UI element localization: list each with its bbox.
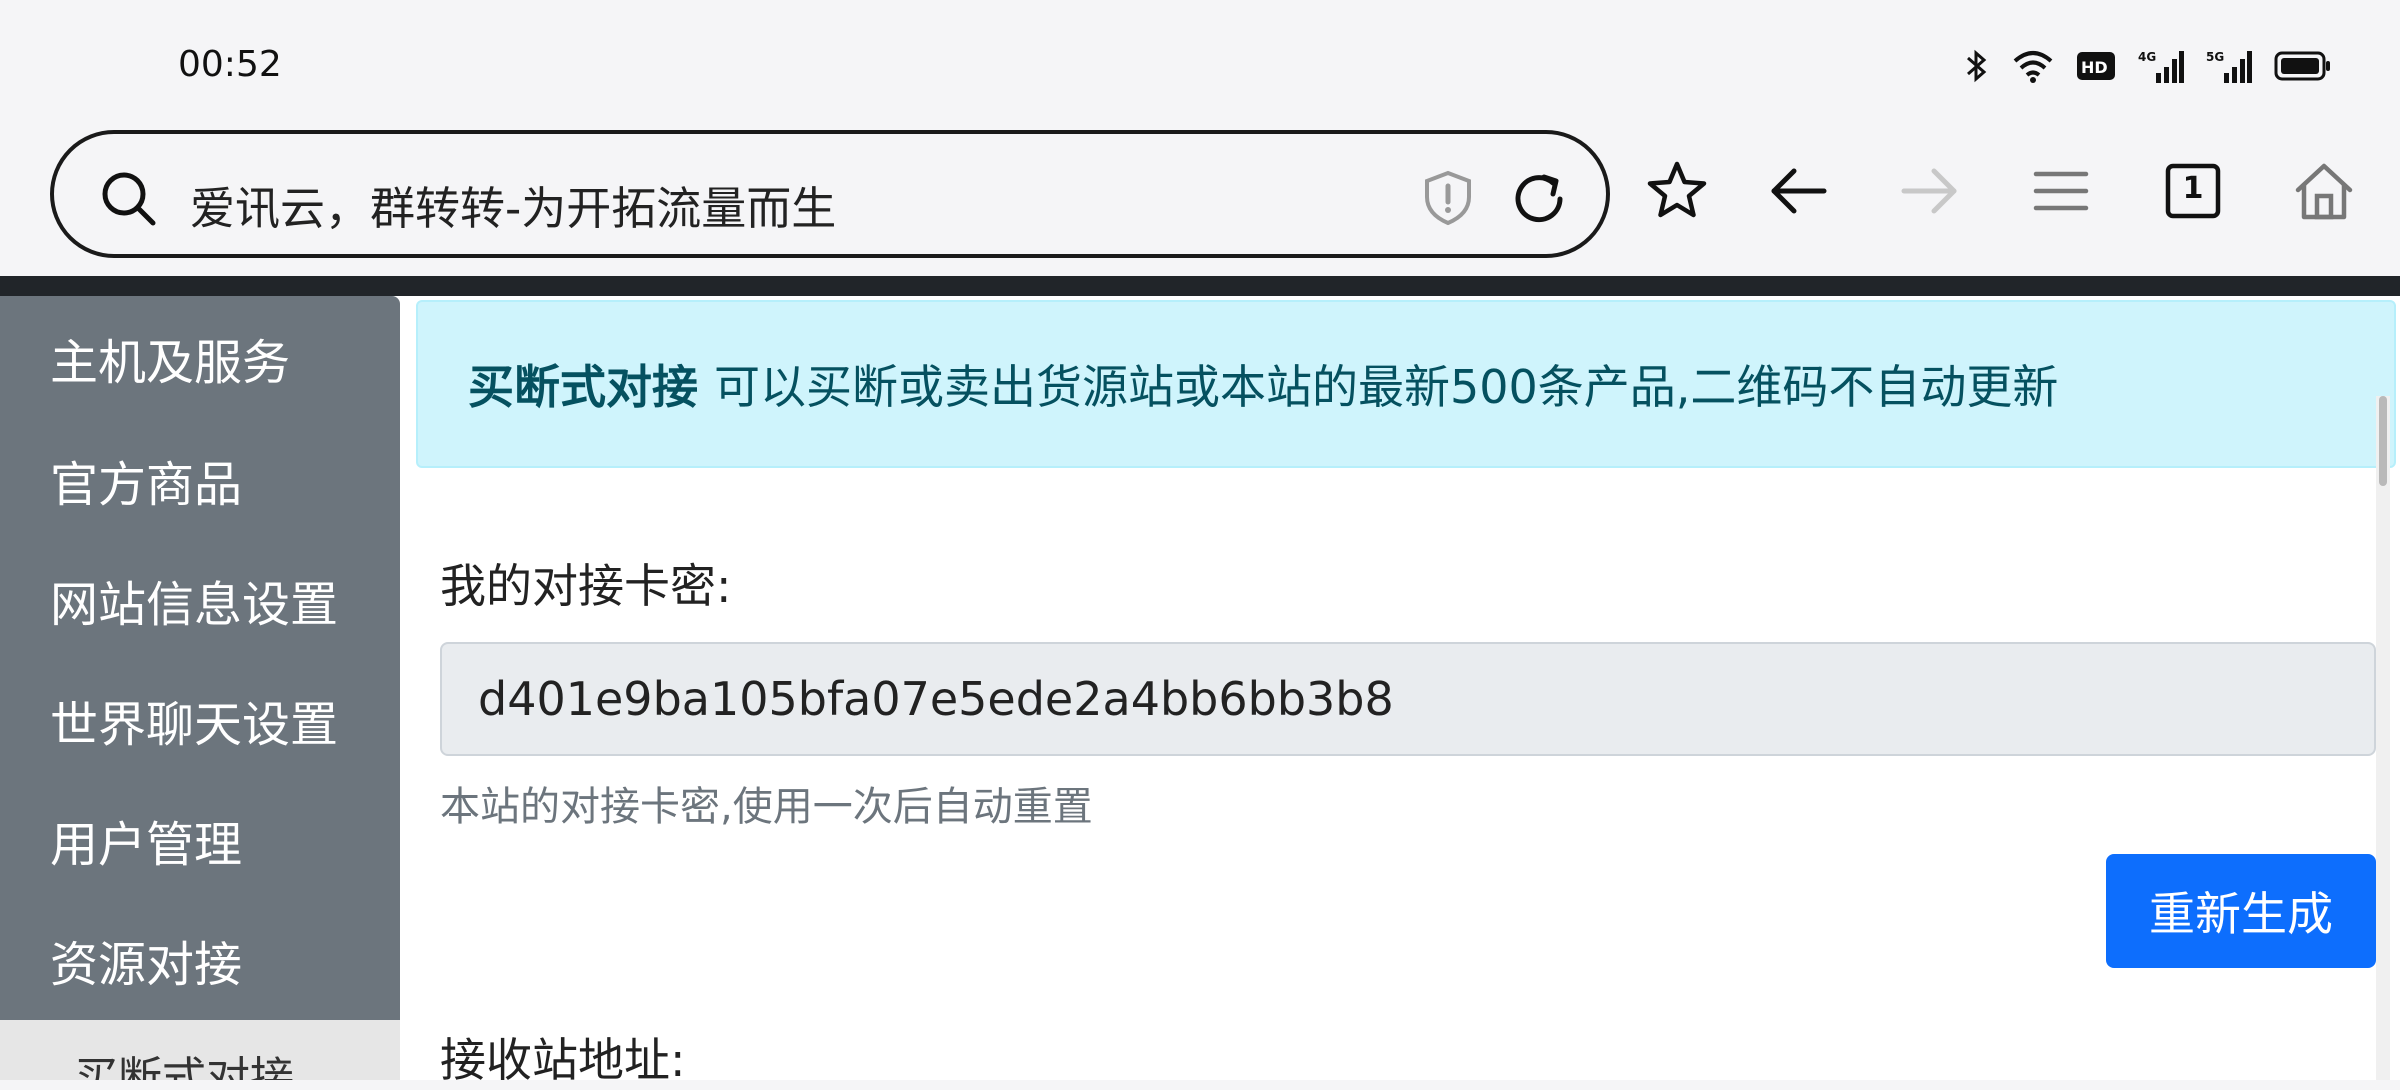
address-text[interactable]: 爱讯云，群转转-为开拓流量而生: [190, 172, 836, 237]
svg-text:HD: HD: [2081, 58, 2108, 77]
key-label: 我的对接卡密:: [440, 559, 732, 613]
alert-text: 可以买断或卖出货源站或本站的最新500条产品,二维码不自动更新: [714, 360, 2059, 414]
browser-toolbar: 爱讯云，群转转-为开拓流量而生 1: [0, 120, 2400, 276]
wifi-icon: [2012, 49, 2054, 83]
tabs-icon[interactable]: 1: [2164, 162, 2222, 224]
receiver-address-label: 接收站地址:: [440, 1033, 686, 1087]
sidebar-item-label: 官方商品: [50, 457, 243, 513]
reload-icon[interactable]: [1510, 170, 1568, 232]
search-icon: [98, 168, 158, 232]
svg-text:5G: 5G: [2206, 50, 2224, 64]
sidebar-item-user-management[interactable]: 用户管理: [0, 780, 400, 900]
sidebar-item-label: 世界聊天设置: [50, 697, 339, 753]
forward-arrow-icon[interactable]: [1898, 160, 1960, 226]
sidebar-item-host-services[interactable]: 主机及服务: [0, 296, 400, 420]
regenerate-button[interactable]: 重新生成: [2106, 854, 2376, 968]
back-arrow-icon[interactable]: [1768, 160, 1830, 226]
hd-icon: HD: [2076, 51, 2116, 81]
main-panel: 买断式对接 可以买断或卖出货源站或本站的最新500条产品,二维码不自动更新 我的…: [400, 296, 2396, 1087]
info-alert: 买断式对接 可以买断或卖出货源站或本站的最新500条产品,二维码不自动更新: [416, 300, 2396, 468]
bluetooth-icon: [1964, 48, 1990, 84]
menu-icon[interactable]: [2030, 160, 2092, 226]
status-time: 00:52: [178, 44, 282, 85]
scrollbar[interactable]: [2376, 396, 2390, 1080]
sidebar-item-label: 资源对接: [50, 937, 243, 993]
sidebar-subitem-buyout-docking[interactable]: 买断式对接: [74, 1042, 294, 1080]
sidebar-submenu: 买断式对接: [0, 1020, 400, 1080]
shield-icon[interactable]: [1422, 170, 1474, 230]
sidebar-item-site-settings[interactable]: 网站信息设置: [0, 540, 400, 660]
docking-key-value: d401e9ba105bfa07e5ede2a4bb6bb3b8: [478, 672, 1394, 726]
star-icon[interactable]: [1646, 160, 1708, 226]
status-icons: HD 4G 5G: [1964, 48, 2332, 84]
sidebar-item-label: 主机及服务: [50, 335, 291, 391]
docking-key-field[interactable]: d401e9ba105bfa07e5ede2a4bb6bb3b8: [440, 642, 2376, 756]
page-content: 主机及服务 官方商品 网站信息设置 世界聊天设置 用户管理 资源对接 买断式对接…: [0, 296, 2400, 1087]
sidebar-item-resource-docking[interactable]: 资源对接: [0, 900, 400, 1020]
sidebar-item-chat-settings[interactable]: 世界聊天设置: [0, 660, 400, 780]
top-navbar-strip: [0, 276, 2400, 296]
svg-text:4G: 4G: [2138, 50, 2156, 64]
address-bar[interactable]: 爱讯云，群转转-为开拓流量而生: [50, 130, 1610, 258]
alert-title: 买断式对接: [468, 360, 698, 414]
signal-4g-icon: 4G: [2138, 49, 2184, 83]
tab-count: 1: [2182, 171, 2204, 206]
status-bar: 00:52 HD 4G 5G: [0, 0, 2400, 120]
sidebar-item-official-products[interactable]: 官方商品: [0, 420, 400, 540]
battery-icon: [2274, 51, 2332, 81]
signal-5g-icon: 5G: [2206, 49, 2252, 83]
sidebar-item-label: 用户管理: [50, 817, 243, 873]
sidebar-item-label: 网站信息设置: [50, 577, 339, 633]
scroll-thumb[interactable]: [2379, 396, 2387, 486]
sidebar: 主机及服务 官方商品 网站信息设置 世界聊天设置 用户管理 资源对接 买断式对接: [0, 296, 400, 1080]
key-help-text: 本站的对接卡密,使用一次后自动重置: [440, 784, 1093, 830]
home-icon[interactable]: [2292, 160, 2356, 226]
